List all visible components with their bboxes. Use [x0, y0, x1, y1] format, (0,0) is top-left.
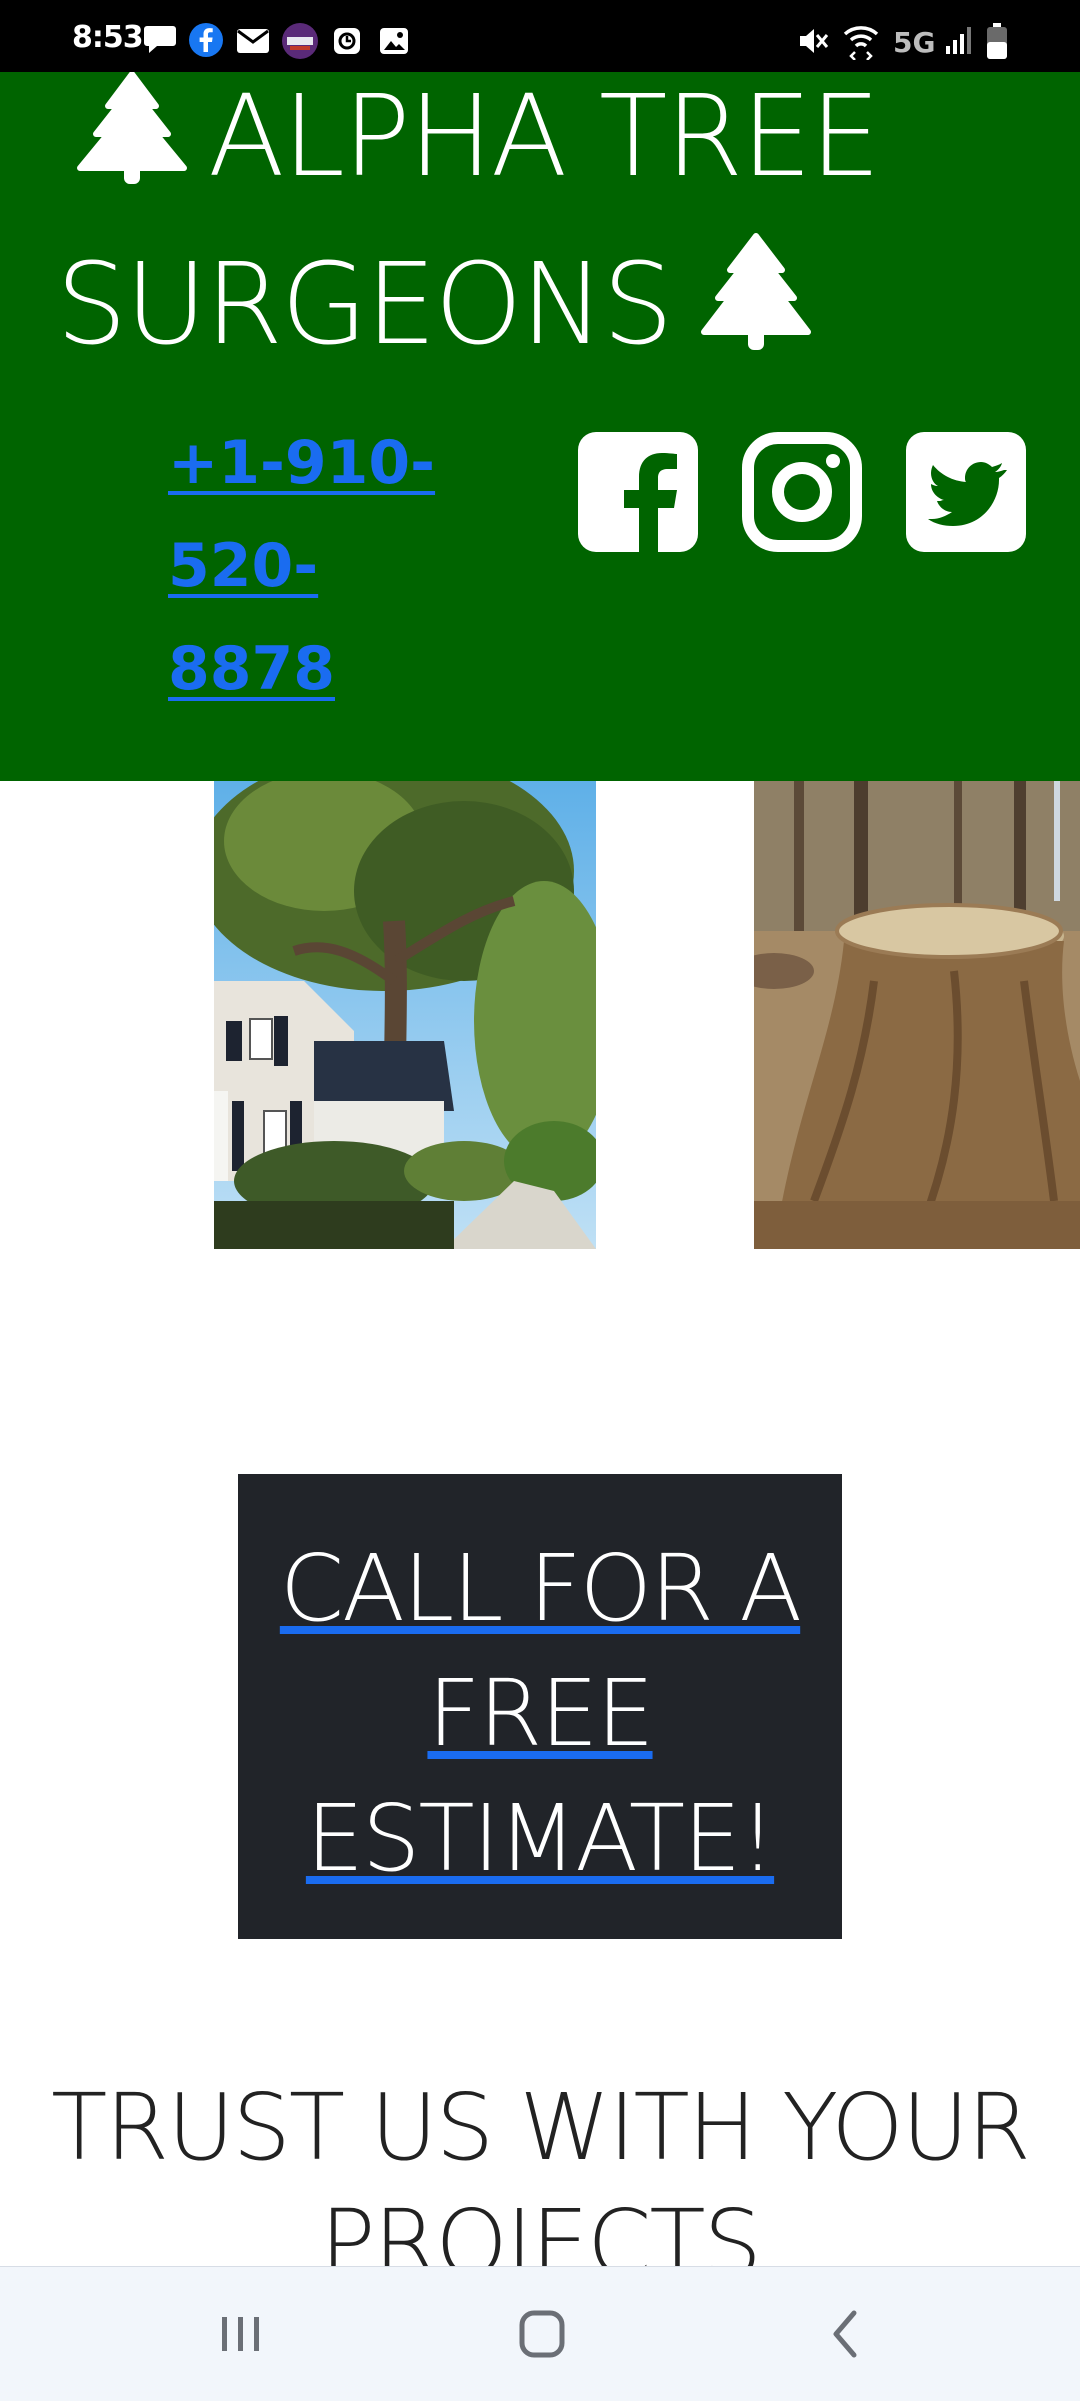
mute-icon [800, 29, 829, 53]
tree-stump-photo [754, 781, 1080, 1249]
recents-button[interactable] [210, 2307, 270, 2361]
chat-bubble-icon [144, 26, 176, 53]
cta-label[interactable]: CALL FOR A FREE ESTIMATE! [238, 1526, 842, 1901]
site-header: ALPHA TREE SURGEONS +1-910-520-8878 [0, 72, 1080, 781]
facebook-icon[interactable] [578, 432, 698, 552]
free-estimate-cta[interactable]: CALL FOR A FREE ESTIMATE! [238, 1474, 842, 1939]
poster-app-icon [282, 23, 318, 59]
facebook-icon [189, 23, 223, 57]
wifi-icon [843, 26, 879, 60]
clock-app-icon [334, 28, 360, 54]
battery-icon [987, 23, 1007, 59]
mail-icon [237, 29, 269, 53]
status-time: 8:53 [72, 20, 144, 55]
brand-title-line1: ALPHA TREE [208, 72, 881, 202]
network-type: 5G [893, 26, 936, 59]
house-tree-photo [214, 781, 596, 1249]
pine-tree-icon [77, 72, 187, 184]
status-bar: 8:53 5G [0, 0, 1080, 72]
signal-icon [946, 27, 971, 54]
phone-link[interactable]: +1-910-520-8878 [168, 412, 448, 721]
gallery-icon [380, 28, 408, 54]
pine-tree-icon [701, 233, 811, 350]
instagram-icon[interactable] [742, 432, 862, 552]
twitter-icon[interactable] [906, 432, 1026, 552]
system-nav-bar [0, 2266, 1080, 2401]
brand-title-line2: SURGEONS [56, 240, 673, 370]
back-button[interactable] [818, 2307, 878, 2361]
home-button[interactable] [512, 2307, 572, 2361]
